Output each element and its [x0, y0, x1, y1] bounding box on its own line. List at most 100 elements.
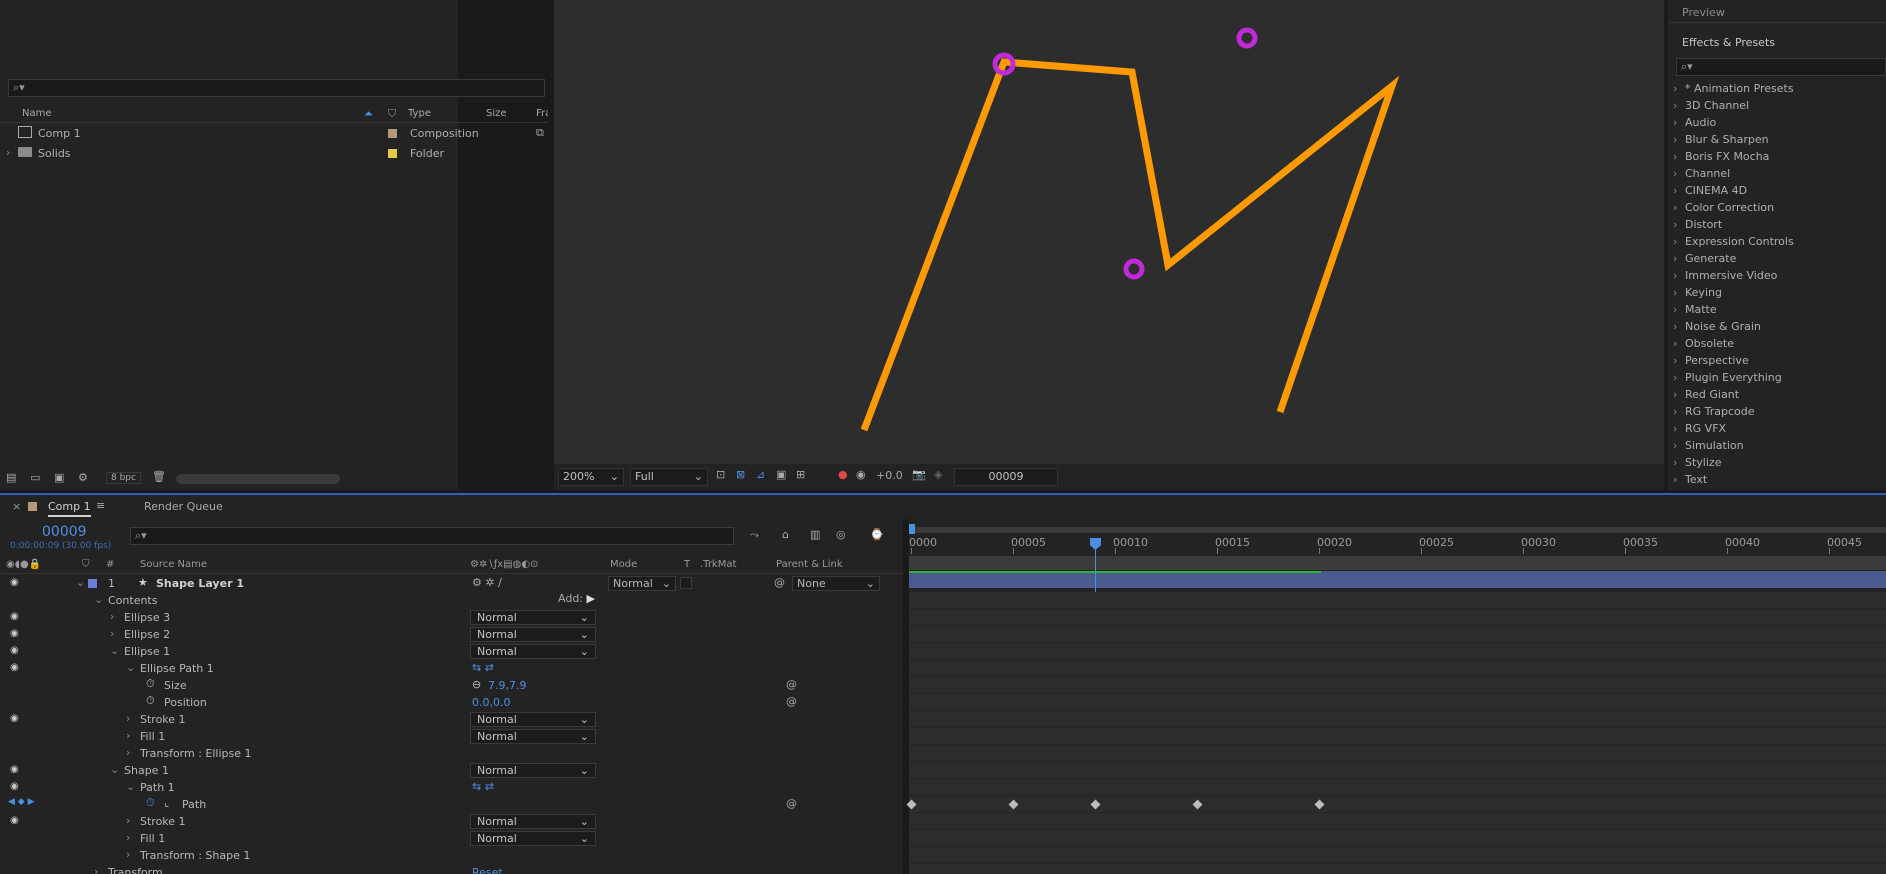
graph-icon[interactable]: ⌞ — [164, 796, 169, 809]
link-icon[interactable]: ⊖ — [472, 678, 481, 691]
bpc-toggle[interactable]: 8 bpc — [106, 472, 141, 484]
col-type[interactable]: Type — [408, 108, 431, 119]
layer-switch-icons[interactable]: ⚙ ✲ ∕ — [472, 576, 502, 589]
stopwatch-icon[interactable]: ⏱ — [146, 796, 155, 810]
composition-flowchart-icon[interactable]: ⤳ — [750, 528, 759, 542]
stopwatch-icon[interactable]: ⏱ — [146, 694, 155, 708]
chevron-down-icon[interactable]: ⌄ — [126, 780, 135, 793]
effects-category[interactable]: › Generate — [1673, 252, 1736, 269]
av-switch-icons[interactable]: ◉◖●🔒 — [6, 559, 41, 570]
effects-category[interactable]: › Audio — [1673, 116, 1716, 133]
property-value[interactable]: 7.9,7.9 — [488, 679, 526, 692]
project-search[interactable]: ⌕▾ — [8, 79, 545, 97]
layer-mode-select[interactable]: Normal ⌄ — [608, 576, 676, 591]
current-timecode[interactable]: 00009 — [42, 524, 87, 540]
chevron-right-icon[interactable]: › — [126, 814, 130, 827]
ellipse-point-3[interactable] — [1123, 258, 1145, 280]
path-direction-icon[interactable]: ⇆ ⇄ — [472, 661, 494, 674]
label-swatch[interactable] — [388, 149, 397, 158]
property-value[interactable]: 0.0,0.0 — [472, 696, 510, 709]
property-row[interactable]: › Transform : Shape 1 — [0, 847, 903, 864]
grid-icon[interactable]: ⊞ — [796, 468, 805, 481]
shape-path[interactable] — [860, 58, 1400, 432]
label-tag-icon[interactable]: ⛉ — [388, 107, 396, 121]
timeline-track[interactable] — [909, 728, 1886, 745]
chevron-right-icon[interactable]: › — [126, 712, 130, 725]
pickwhip-icon[interactable]: @ — [786, 678, 797, 691]
time-navigator[interactable] — [909, 527, 1886, 533]
col-size[interactable]: Size — [486, 108, 507, 119]
effects-category[interactable]: › Channel — [1673, 167, 1730, 184]
eye-icon[interactable]: ◉ — [10, 662, 19, 673]
property-row[interactable]: ◉ › Stroke 1 Normal ⌄ — [0, 813, 903, 830]
frame-blending-icon[interactable]: ◎ — [836, 528, 846, 541]
blend-mode-select[interactable]: Normal ⌄ — [470, 644, 596, 659]
exposure-value[interactable]: +0.0 — [876, 469, 903, 482]
timeline-track[interactable] — [909, 592, 1886, 609]
safe-margins-icon[interactable]: ▣ — [776, 468, 786, 481]
timeline-track[interactable] — [909, 677, 1886, 694]
layer-switches-icons[interactable]: ⚙✲∖ƒx▤◍◐⊙ — [470, 559, 538, 570]
effects-category[interactable]: › Red Giant — [1673, 388, 1739, 405]
timeline-track[interactable] — [909, 796, 1886, 813]
stopwatch-icon[interactable]: ⏱ — [146, 677, 155, 691]
effects-category[interactable]: › Obsolete — [1673, 337, 1734, 354]
work-area-bar[interactable] — [909, 556, 1886, 570]
chevron-down-icon[interactable]: ⌄ — [76, 576, 85, 589]
reset-link[interactable]: Reset — [472, 866, 503, 874]
tab-menu-icon[interactable]: ≡ — [96, 499, 105, 512]
effects-category[interactable]: › CINEMA 4D — [1673, 184, 1747, 201]
timeline-track[interactable] — [909, 864, 1886, 874]
show-snapshot-icon[interactable]: ◈ — [934, 468, 942, 481]
timeline-track[interactable] — [909, 762, 1886, 779]
ellipse-point-2[interactable] — [1236, 27, 1258, 49]
snapshot-camera-icon[interactable]: 📷 — [912, 468, 926, 481]
eye-icon[interactable]: ◉ — [10, 611, 19, 622]
effects-search[interactable]: ⌕▾ — [1676, 58, 1886, 76]
timeline-track[interactable] — [909, 830, 1886, 847]
property-row[interactable]: ◉ ⌄ Ellipse 1 Normal ⌄ — [0, 643, 903, 660]
property-row[interactable]: › Transform Reset — [0, 864, 903, 874]
effects-category[interactable]: › Plugin Everything — [1673, 371, 1782, 388]
blend-mode-select[interactable]: Normal ⌄ — [470, 729, 596, 744]
path-direction-icon[interactable]: ⇆ ⇄ — [472, 780, 494, 793]
pickwhip-icon[interactable]: @ — [786, 797, 797, 810]
parent-select[interactable]: None ⌄ — [792, 576, 880, 591]
tab-render-queue[interactable]: Render Queue — [144, 500, 223, 513]
eye-icon[interactable]: ◉ — [10, 713, 19, 724]
effects-category[interactable]: › Matte — [1673, 303, 1717, 320]
trkmat-box[interactable] — [680, 577, 692, 589]
chevron-down-icon[interactable]: ⌄ — [110, 644, 119, 657]
property-row[interactable]: ◉ ⌄ Ellipse Path 1 ⇆ ⇄ — [0, 660, 903, 677]
shy-layers-icon[interactable]: ▥ — [810, 528, 820, 541]
project-item-solids[interactable]: › Solids Folder — [0, 144, 554, 163]
label-swatch[interactable] — [388, 129, 397, 138]
property-row[interactable]: › Fill 1 Normal ⌄ — [0, 830, 903, 847]
preview-tab[interactable]: Preview — [1682, 6, 1725, 19]
region-of-interest-icon[interactable]: ⊡ — [716, 468, 725, 481]
mask-visibility-icon[interactable]: ⊿ — [756, 468, 765, 481]
flowchart-icon[interactable]: ⧉ — [536, 126, 544, 140]
timeline-track[interactable] — [909, 660, 1886, 677]
property-row[interactable]: ◉ ⌄ Path 1 ⇆ ⇄ — [0, 779, 903, 796]
col-trkmat[interactable]: .TrkMat — [700, 559, 736, 570]
effects-category[interactable]: › Blur & Sharpen — [1673, 133, 1769, 150]
layer-duration-bar[interactable] — [909, 571, 1886, 588]
layer-row-shape-layer-1[interactable]: ◉ ⌄ 1 ★ Shape Layer 1 ⚙ ✲ ∕ Normal ⌄ @ No… — [0, 575, 903, 592]
project-item-comp1[interactable]: Comp 1 Composition ⧉ — [0, 124, 554, 143]
effects-category[interactable]: › Color Correction — [1673, 201, 1774, 218]
col-source-name[interactable]: Source Name — [140, 559, 207, 570]
composition-viewer[interactable] — [554, 0, 1664, 464]
project-scrollbar[interactable] — [176, 474, 340, 484]
graph-editor-icon[interactable]: ⌚ — [870, 528, 884, 541]
effects-category[interactable]: › Text — [1673, 473, 1707, 490]
property-row[interactable]: › Transform : Ellipse 1 — [0, 745, 903, 762]
settings-icon[interactable]: ⚙ — [78, 471, 88, 484]
blend-mode-select[interactable]: Normal ⌄ — [470, 763, 596, 778]
layer-name[interactable]: Shape Layer 1 — [156, 577, 244, 590]
property-row[interactable]: ◀ ◆ ▶ ⏱ ⌞ Path @ — [0, 796, 903, 813]
pickwhip-icon[interactable]: @ — [774, 576, 785, 589]
chevron-down-icon[interactable]: ⌄ — [110, 763, 119, 776]
eye-icon[interactable]: ◉ — [10, 764, 19, 775]
color-management-icon[interactable]: ◉ — [856, 468, 866, 481]
